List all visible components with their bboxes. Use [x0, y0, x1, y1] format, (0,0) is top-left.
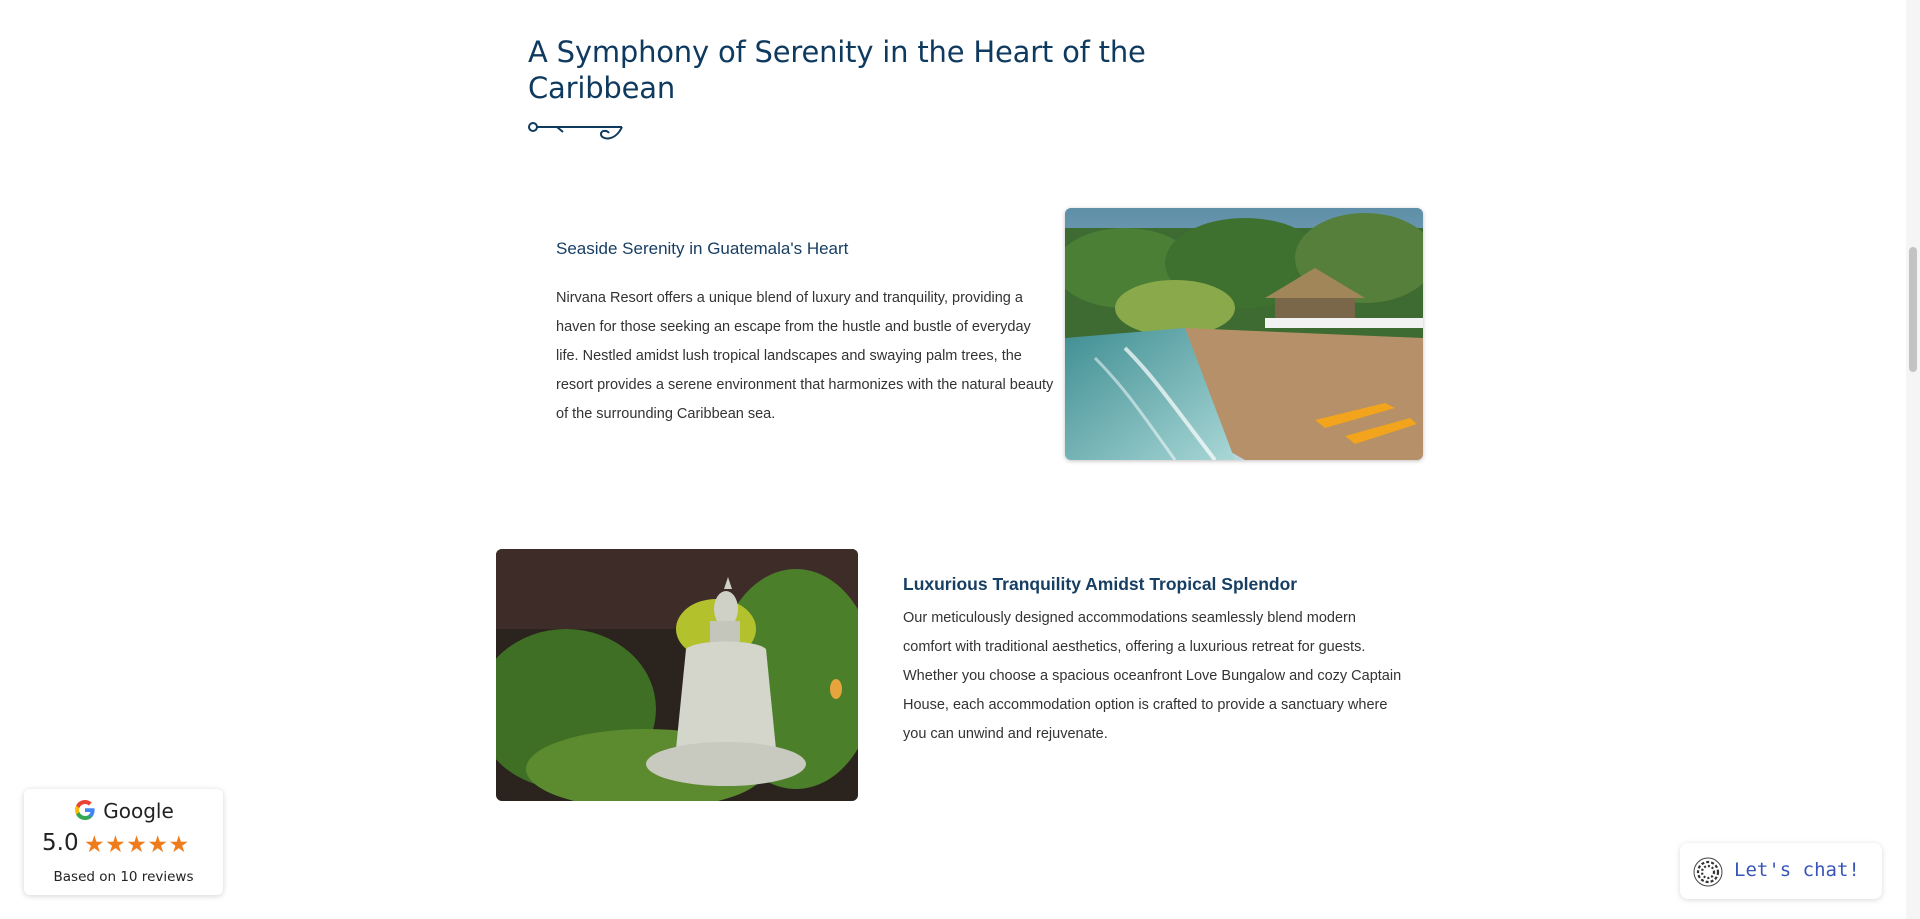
- section-title-seaside-serenity: Seaside Serenity in Guatemala's Heart: [556, 239, 849, 258]
- page-scrollbar[interactable]: [1906, 0, 1920, 919]
- google-brand-label: Google: [103, 799, 174, 823]
- section-body-seaside-serenity: Nirvana Resort offers a unique blend of …: [556, 290, 1054, 422]
- star-icon: ★: [105, 831, 127, 857]
- star-icon: ★: [84, 831, 106, 857]
- chat-button-label: Let's chat!: [1734, 859, 1860, 881]
- buddha-statue-photo: [496, 549, 858, 801]
- google-reviews-badge[interactable]: Google 5.0 ★★★★★ Based on 10 reviews: [24, 789, 223, 895]
- anchor-line-icon: [528, 122, 623, 140]
- reviews-count: Based on 10 reviews: [53, 869, 194, 885]
- beach-kayaks-photo: [1065, 208, 1423, 460]
- chat-button[interactable]: Let's chat!: [1680, 843, 1882, 899]
- star-icon: ★: [168, 831, 190, 857]
- google-g-icon: [75, 800, 95, 820]
- rating-score: 5.0: [42, 830, 79, 856]
- star-icon: ★: [126, 831, 148, 857]
- section-title-luxurious-tranquility: Luxurious Tranquility Amidst Tropical Sp…: [903, 574, 1298, 594]
- star-icon: ★: [147, 831, 169, 857]
- page: A Symphony of Serenity in the Heart of t…: [0, 0, 1920, 919]
- page-title: A Symphony of Serenity in the Heart of t…: [528, 35, 1146, 105]
- google-brand: Google: [24, 798, 223, 823]
- chat-logo-icon: [1693, 857, 1723, 887]
- rating-stars: ★★★★★: [84, 831, 190, 858]
- scrollbar-thumb[interactable]: [1909, 247, 1917, 372]
- section-body-luxurious-tranquility: Our meticulously designed accommodations…: [903, 610, 1402, 742]
